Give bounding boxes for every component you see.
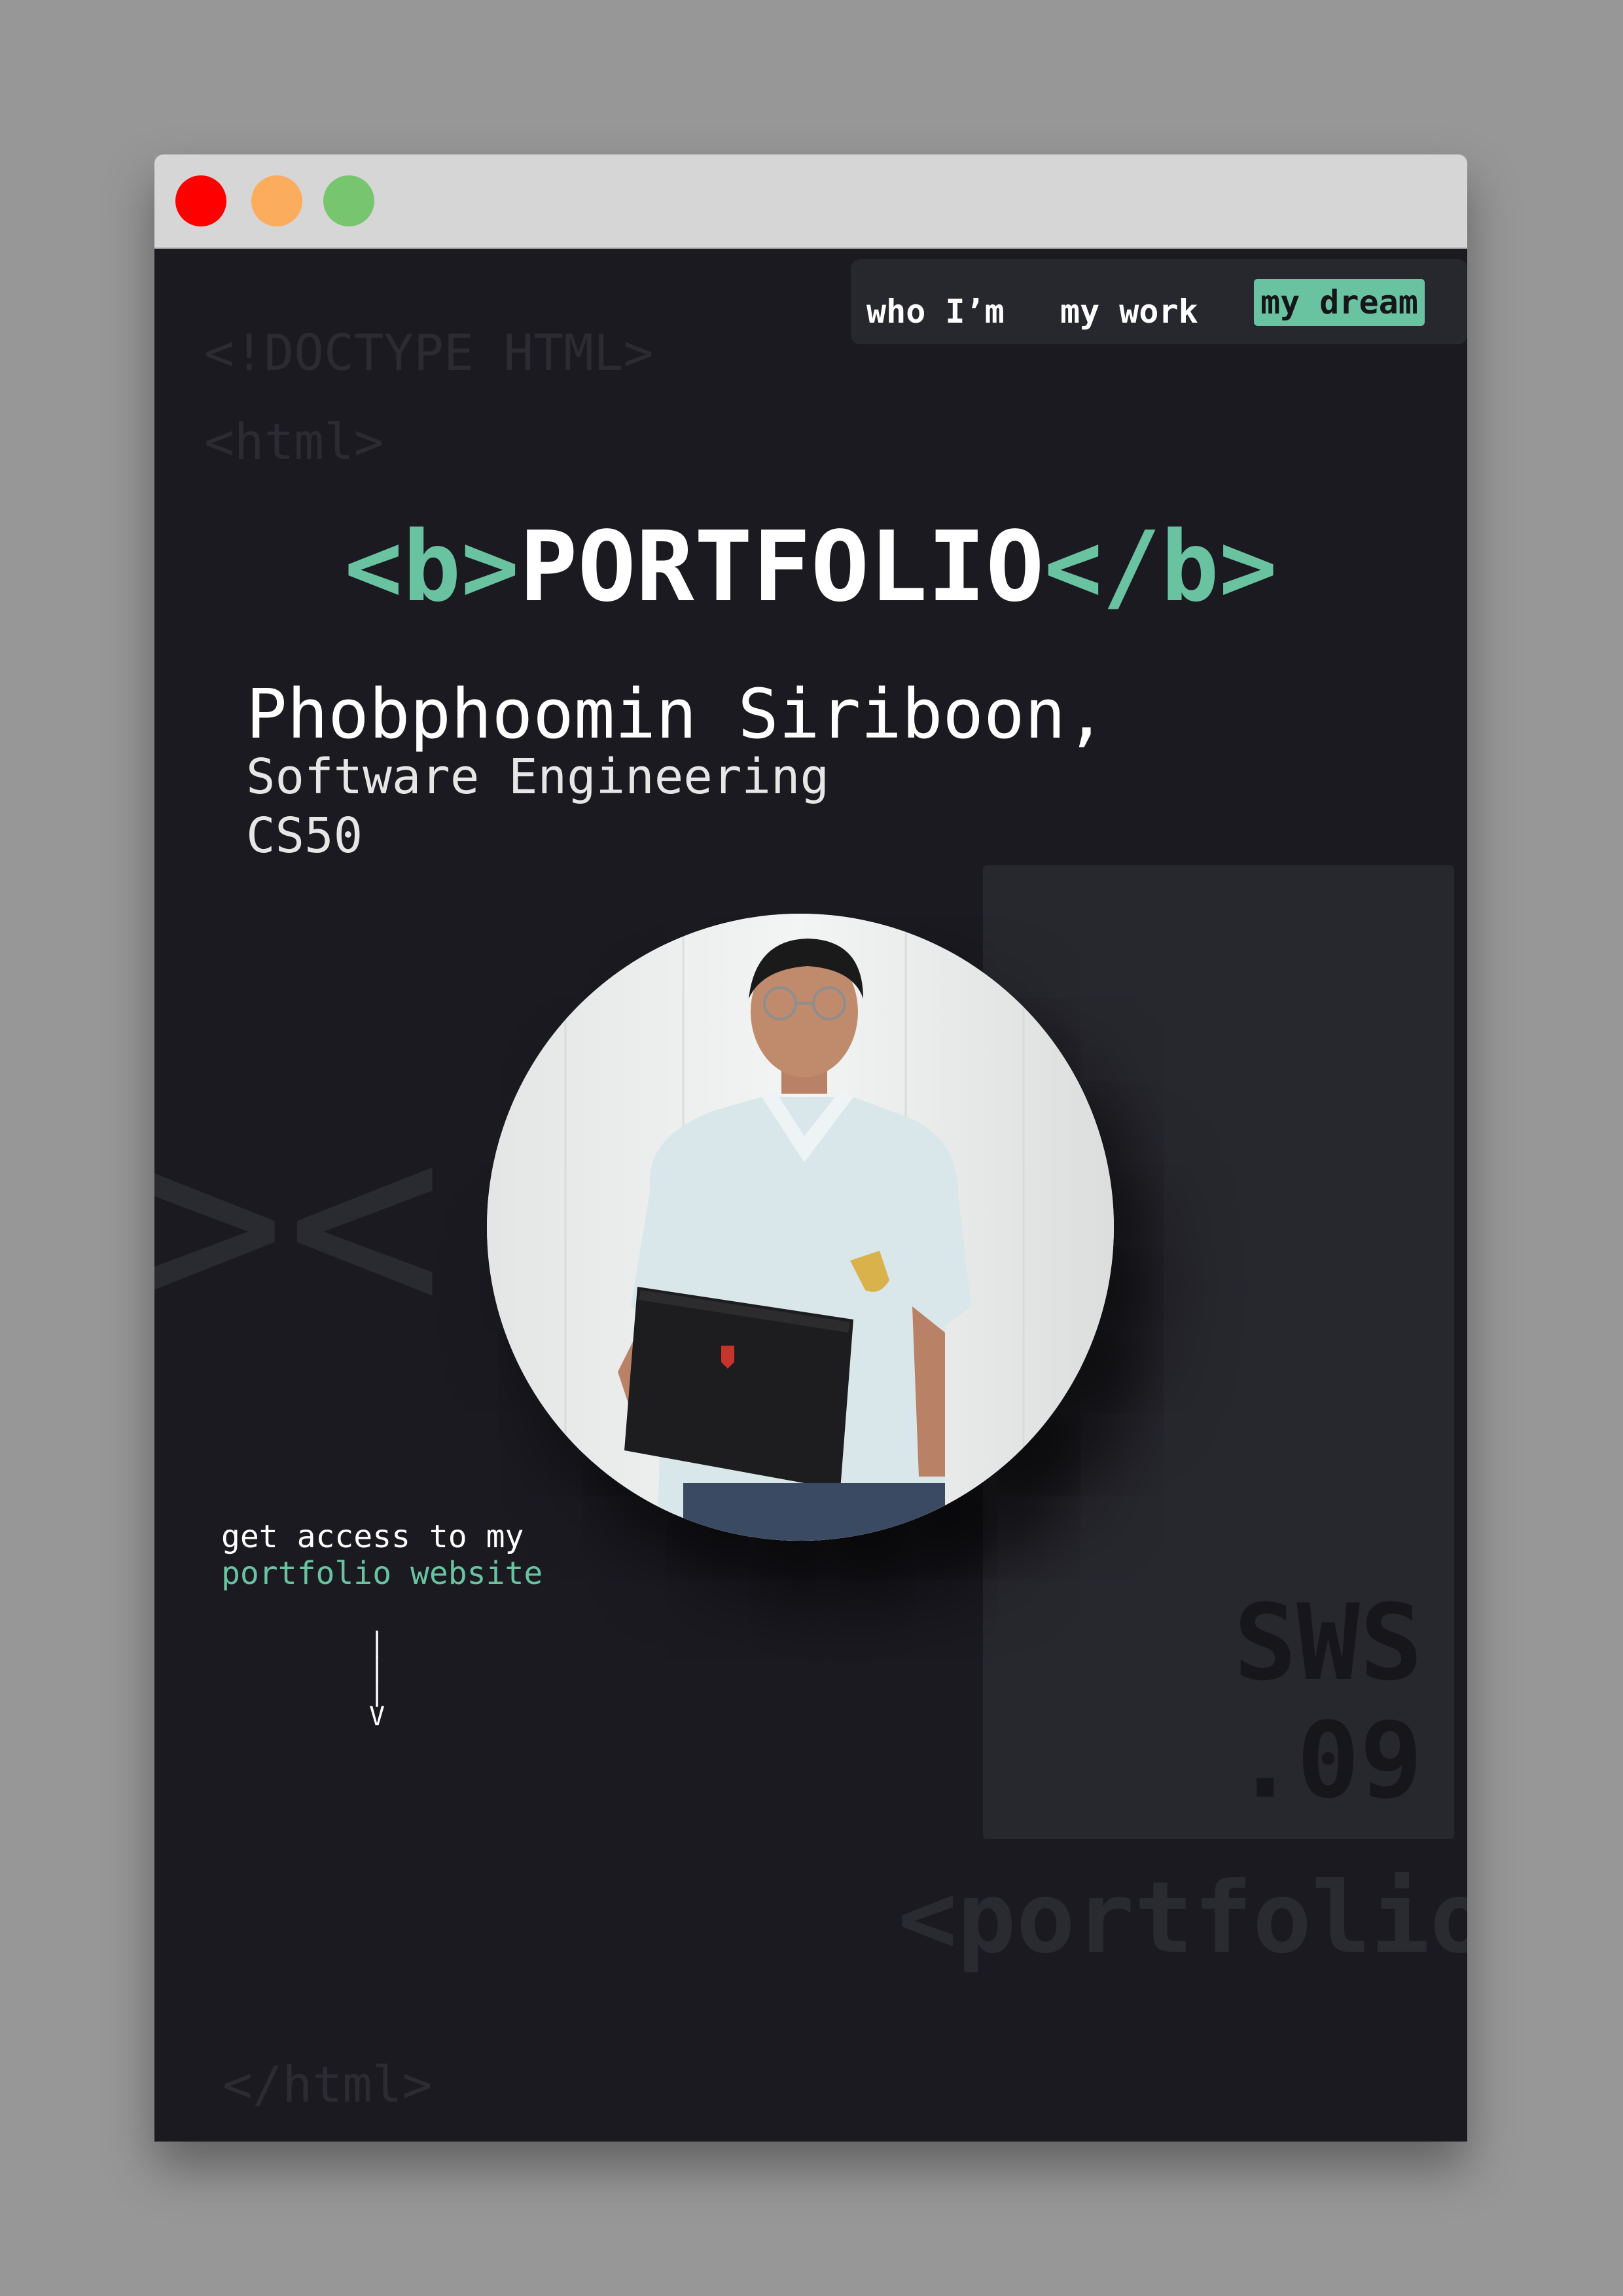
bg-doctype-text: <!DOCTYPE HTML> <box>204 323 654 382</box>
cta-line-1: get access to my <box>221 1518 524 1555</box>
profile-role: Software Engineering <box>246 749 830 805</box>
bg-html-close-text: </html> <box>223 2055 433 2113</box>
arrow-segment: | <box>368 1627 385 1657</box>
page-viewport: <!DOCTYPE HTML> <html> >< SWS .09 <portf… <box>154 249 1467 2142</box>
minimize-button[interactable] <box>251 175 302 226</box>
down-arrow-icon: | | | V <box>357 1627 397 1732</box>
title-close-tag: </b> <box>1044 511 1277 623</box>
side-panel-line1: SWS <box>1234 1581 1423 1704</box>
arrow-segment: | <box>368 1677 385 1707</box>
side-panel-line2: .09 <box>1234 1699 1423 1821</box>
zoom-button[interactable] <box>323 175 374 226</box>
browser-window: <!DOCTYPE HTML> <html> >< SWS .09 <portf… <box>154 154 1467 2142</box>
nav-item-who-im[interactable]: who I’m <box>866 288 1005 335</box>
arrow-head: V <box>368 1702 385 1732</box>
profile-course: CS50 <box>246 808 363 864</box>
window-titlebar <box>154 154 1467 249</box>
side-panel-label: SWS .09 <box>1234 1584 1423 1820</box>
profile-photo <box>487 914 1114 1541</box>
title-open-tag: <b> <box>344 511 520 623</box>
cta-portfolio-link[interactable]: portfolio website <box>221 1555 543 1592</box>
profile-details: Software Engineering CS50 <box>246 747 829 865</box>
bg-portfolio-tag-text: <portfolio <box>898 1861 1467 1975</box>
profile-name: Phobphoomin Siriboon, <box>246 674 1107 754</box>
title-text: PORTFOLIO <box>519 511 1044 623</box>
nav-item-my-work[interactable]: my work <box>1060 288 1198 335</box>
bg-html-open-text: <html> <box>204 412 384 471</box>
bg-brackets-text: >< <box>154 1071 444 1376</box>
close-button[interactable] <box>175 175 226 226</box>
call-to-action: get access to my portfolio website <box>221 1518 543 1592</box>
nav-item-my-dream[interactable]: my dream <box>1254 279 1425 326</box>
page-title: <b>PORTFOLIO</b> <box>154 511 1467 623</box>
arrow-segment: | <box>368 1652 385 1682</box>
top-navigation: who I’m my work my dream <box>851 259 1467 344</box>
